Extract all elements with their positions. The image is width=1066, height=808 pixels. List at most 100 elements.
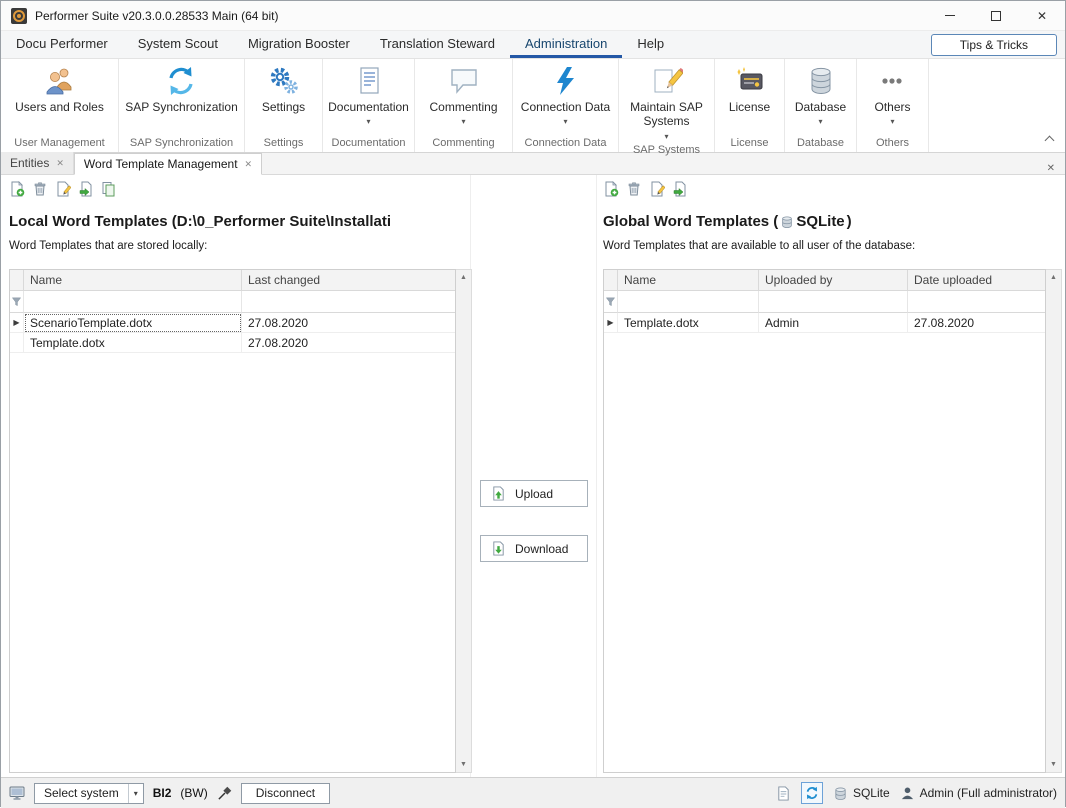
- connection-data-button[interactable]: Connection Data ▾: [517, 65, 614, 134]
- scroll-down-icon[interactable]: ▼: [460, 757, 467, 772]
- vertical-scrollbar[interactable]: ▲ ▼: [1046, 269, 1062, 773]
- menu-migration-booster[interactable]: Migration Booster: [233, 31, 365, 58]
- users-and-roles-button[interactable]: Users and Roles: [11, 65, 108, 134]
- select-system-button[interactable]: Select system ▾: [34, 783, 144, 804]
- minimize-button[interactable]: [927, 1, 973, 31]
- menu-translation-steward[interactable]: Translation Steward: [365, 31, 510, 58]
- window-controls: ✕: [927, 1, 1065, 31]
- ribbon-item-label: Maintain SAP Systems: [623, 100, 710, 129]
- cell-last-changed[interactable]: 27.08.2020: [242, 313, 455, 333]
- tab-entities[interactable]: Entities ✕: [1, 152, 74, 174]
- tab-close-icon[interactable]: ✕: [56, 158, 64, 169]
- global-templates-heading-db: SQLite: [796, 213, 844, 230]
- filter-cell-uploaded-by[interactable]: [759, 291, 908, 313]
- sync-database-button[interactable]: [801, 782, 823, 804]
- import-template-button[interactable]: [78, 181, 94, 197]
- ribbon-item-label: Documentation: [328, 100, 409, 114]
- global-templates-heading-suffix: ): [847, 213, 852, 230]
- global-templates-heading: Global Word Templates ( SQLite ): [597, 201, 1066, 230]
- local-templates-heading-text: Local Word Templates (D:\0_Performer Sui…: [9, 213, 391, 230]
- ribbon-spacer: [929, 59, 1065, 152]
- template-row[interactable]: Template.dotx 27.08.2020: [10, 333, 455, 353]
- status-bar: Select system ▾ BI2 (BW) Disconnect SQLi…: [1, 777, 1065, 808]
- upload-button[interactable]: Upload: [480, 480, 588, 507]
- documentation-button[interactable]: Documentation ▾: [324, 65, 413, 134]
- ribbon-group-commenting: Commenting ▾ Commenting: [415, 59, 513, 152]
- menu-administration[interactable]: Administration: [510, 31, 622, 58]
- new-template-button[interactable]: [9, 181, 25, 197]
- column-header-name[interactable]: Name: [24, 270, 242, 291]
- edit-template-button[interactable]: [649, 181, 665, 197]
- global-templates-table: Name Uploaded by Date uploaded ▶ Templat…: [603, 269, 1062, 773]
- menu-system-scout[interactable]: System Scout: [123, 31, 233, 58]
- scroll-up-icon[interactable]: ▲: [1050, 270, 1057, 285]
- local-templates-table: Name Last changed ▶ ScenarioTemplate.dot…: [9, 269, 472, 773]
- collapse-ribbon-icon[interactable]: [1045, 136, 1055, 146]
- vertical-scrollbar[interactable]: ▲ ▼: [456, 269, 472, 773]
- maintain-sap-icon: [651, 65, 683, 97]
- others-dots-icon: [876, 65, 908, 97]
- scroll-down-icon[interactable]: ▼: [1050, 757, 1057, 772]
- filter-cell-date-uploaded[interactable]: [908, 291, 1045, 313]
- commenting-button[interactable]: Commenting ▾: [425, 65, 501, 134]
- close-button[interactable]: ✕: [1019, 1, 1065, 31]
- new-template-button[interactable]: [603, 181, 619, 197]
- filter-cell-name[interactable]: [618, 291, 759, 313]
- documentation-icon: [353, 65, 385, 97]
- chevron-down-icon: ▾: [890, 117, 894, 126]
- import-template-button[interactable]: [672, 181, 688, 197]
- sap-synchronization-button[interactable]: SAP Synchronization: [121, 65, 242, 134]
- header-row: Name Last changed: [10, 270, 455, 291]
- cell-name[interactable]: ScenarioTemplate.dotx: [24, 313, 242, 333]
- scroll-up-icon[interactable]: ▲: [460, 270, 467, 285]
- close-tab-icon[interactable]: ✕: [1037, 163, 1065, 174]
- chevron-down-icon: ▾: [664, 132, 668, 141]
- maximize-button[interactable]: [973, 1, 1019, 31]
- global-templates-subtext: Word Templates that are available to all…: [597, 230, 1066, 252]
- row-indicator-cell: ▶: [10, 313, 24, 333]
- ribbon-group-label: User Management: [1, 134, 118, 152]
- select-system-label: Select system: [35, 786, 128, 800]
- status-bar-right: SQLite Admin (Full administrator): [776, 782, 1057, 804]
- license-button[interactable]: License: [725, 65, 774, 134]
- cell-last-changed[interactable]: 27.08.2020: [242, 333, 455, 353]
- maintain-sap-systems-button[interactable]: Maintain SAP Systems ▾: [619, 65, 714, 141]
- document-status-icon[interactable]: [776, 786, 791, 801]
- cell-date-uploaded[interactable]: 27.08.2020: [908, 313, 1045, 333]
- column-header-date-uploaded[interactable]: Date uploaded: [908, 270, 1045, 291]
- cell-name[interactable]: Template.dotx: [24, 333, 242, 353]
- menu-help[interactable]: Help: [622, 31, 679, 58]
- column-header-last-changed[interactable]: Last changed: [242, 270, 455, 291]
- column-header-name[interactable]: Name: [618, 270, 759, 291]
- database-button[interactable]: Database ▾: [791, 65, 850, 134]
- global-templates-heading-prefix: Global Word Templates (: [603, 213, 778, 230]
- tips-tricks-button[interactable]: Tips & Tricks: [931, 34, 1057, 56]
- indicator-header-cell: [10, 270, 24, 291]
- template-row[interactable]: ▶ ScenarioTemplate.dotx 27.08.2020: [10, 313, 455, 333]
- ribbon-group-user-management: Users and Roles User Management: [1, 59, 119, 152]
- global-templates-toolbar: [597, 175, 1066, 201]
- copy-template-button[interactable]: [101, 181, 117, 197]
- others-button[interactable]: Others ▾: [870, 65, 914, 134]
- cell-name[interactable]: Template.dotx: [618, 313, 759, 333]
- chevron-down-icon: ▾: [563, 117, 567, 126]
- menu-docu-performer[interactable]: Docu Performer: [1, 31, 123, 58]
- cell-uploaded-by[interactable]: Admin: [759, 313, 908, 333]
- edit-template-button[interactable]: [55, 181, 71, 197]
- row-indicator-cell: ▶: [604, 313, 618, 333]
- ribbon-group-license: License License: [715, 59, 785, 152]
- ribbon-group-label: SAP Systems: [619, 141, 714, 159]
- delete-template-button[interactable]: [32, 181, 48, 197]
- filter-cell-name[interactable]: [24, 291, 242, 313]
- template-row[interactable]: ▶ Template.dotx Admin 27.08.2020: [604, 313, 1045, 333]
- tab-close-icon[interactable]: ✕: [245, 159, 253, 170]
- download-button[interactable]: Download: [480, 535, 588, 562]
- disconnect-button[interactable]: Disconnect: [241, 783, 330, 804]
- local-templates-subtext: Word Templates that are stored locally:: [1, 230, 470, 252]
- delete-template-button[interactable]: [626, 181, 642, 197]
- filter-cell-last-changed[interactable]: [242, 291, 455, 313]
- column-header-uploaded-by[interactable]: Uploaded by: [759, 270, 908, 291]
- tab-word-template-management[interactable]: Word Template Management ✕: [74, 153, 262, 175]
- settings-button[interactable]: Settings: [258, 65, 309, 134]
- chevron-down-icon: ▾: [461, 117, 465, 126]
